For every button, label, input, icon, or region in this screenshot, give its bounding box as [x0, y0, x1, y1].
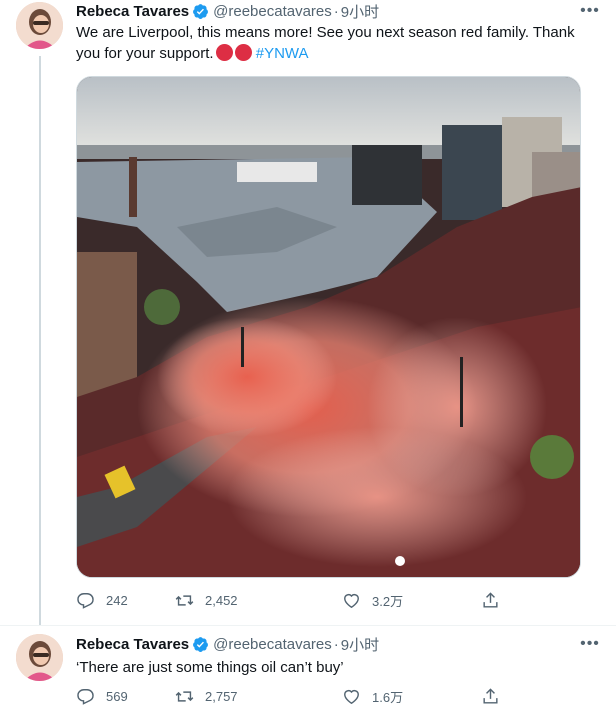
hashtag-link[interactable]: #YNWA: [256, 45, 309, 62]
like-count: 1.6万: [372, 689, 404, 705]
tweet-actions: 242 2,452 3.2万: [76, 588, 506, 612]
retweet-button[interactable]: 2,757: [175, 684, 238, 708]
tweet-body: We are Liverpool, this means more! See y…: [76, 24, 575, 62]
separator-dot: ·: [333, 635, 339, 653]
share-icon: [483, 591, 498, 608]
author-handle[interactable]: @reebecatavares: [213, 3, 332, 20]
verified-badge-icon: [193, 636, 209, 652]
tweet-timestamp[interactable]: 9小时: [341, 1, 379, 22]
reply-button[interactable]: 569: [76, 684, 128, 708]
reply-button[interactable]: 242: [76, 588, 128, 612]
tweet[interactable]: Rebeca Tavares @reebecatavares · 9小时 •••…: [0, 0, 616, 625]
reply-count: 242: [106, 592, 128, 608]
tweet-photo[interactable]: [76, 76, 581, 578]
heart-icon: [344, 593, 359, 608]
author-name[interactable]: Rebeca Tavares: [76, 636, 189, 653]
red-circle-emoji: [234, 44, 252, 61]
tweet[interactable]: Rebeca Tavares @reebecatavares · 9小时 •••…: [0, 625, 616, 712]
avatar[interactable]: [16, 634, 63, 681]
separator-dot: ·: [333, 2, 339, 20]
tweet-timestamp[interactable]: 9小时: [341, 634, 379, 655]
thread-connector-line: [39, 56, 41, 625]
author-name[interactable]: Rebeca Tavares: [76, 3, 189, 20]
share-button[interactable]: [481, 588, 511, 612]
like-button[interactable]: 1.6万: [342, 684, 403, 708]
reply-icon: [77, 688, 94, 705]
reply-icon: [77, 592, 94, 609]
tweet-text: ‘There are just some things oil can’t bu…: [76, 659, 344, 676]
author-handle[interactable]: @reebecatavares: [213, 636, 332, 653]
verified-badge-icon: [193, 3, 209, 19]
like-button[interactable]: 3.2万: [342, 588, 403, 612]
retweet-button[interactable]: 2,452: [175, 588, 238, 612]
retweet-count: 2,452: [205, 592, 238, 608]
share-button[interactable]: [481, 684, 511, 708]
more-options-icon[interactable]: •••: [580, 0, 600, 22]
more-options-icon[interactable]: •••: [580, 633, 600, 655]
retweet-icon: [175, 594, 194, 606]
heart-icon: [344, 689, 359, 704]
retweet-count: 2,757: [205, 688, 238, 704]
reply-count: 569: [106, 688, 128, 704]
retweet-icon: [175, 690, 194, 702]
red-circle-emoji: [215, 44, 233, 61]
liverpool-parade-photo-icon: [77, 77, 580, 577]
tweet-header: Rebeca Tavares @reebecatavares · 9小时: [76, 0, 600, 22]
avatar[interactable]: [16, 2, 63, 49]
tweet-text: We are Liverpool, this means more! See y…: [76, 22, 594, 64]
tweet-actions: 569 2,757 1.6万: [76, 684, 506, 708]
share-icon: [483, 687, 498, 704]
tweet-header: Rebeca Tavares @reebecatavares · 9小时: [76, 633, 600, 655]
like-count: 3.2万: [372, 593, 404, 609]
